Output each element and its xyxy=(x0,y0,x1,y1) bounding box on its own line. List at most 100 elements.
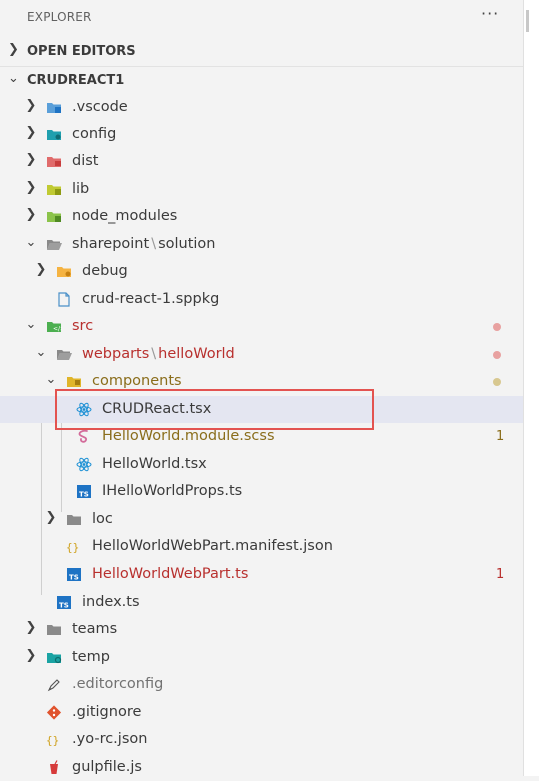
chevron-right-icon: ❯ xyxy=(8,42,19,57)
tree-item-debug[interactable]: ❯ debug xyxy=(0,258,523,285)
chevron-right-icon[interactable]: ❯ xyxy=(24,125,38,140)
tree-item-editorconfig[interactable]: .editorconfig xyxy=(0,671,523,698)
tree-item-label: sharepoint \ solution xyxy=(72,236,216,252)
path-separator: \ xyxy=(151,236,157,252)
tree-item-label: index.ts xyxy=(82,594,140,610)
svg-text:TS: TS xyxy=(69,574,79,582)
tree-item-crud-react-1-sppkg[interactable]: crud-react-1.sppkg xyxy=(0,286,523,313)
chevron-right-icon[interactable]: ❯ xyxy=(24,207,38,222)
chevron-right-icon[interactable]: ❯ xyxy=(24,648,38,663)
tree-item-index-ts[interactable]: TS index.ts xyxy=(0,589,523,616)
tree-item-label: CRUDReact.tsx xyxy=(102,401,212,417)
tree-item-label: gulpfile.js xyxy=(72,759,142,775)
project-section[interactable]: ⌄ CRUDREACT1 xyxy=(0,66,523,94)
path-segment: solution xyxy=(158,236,216,252)
tree-item-label: IHelloWorldProps.ts xyxy=(102,483,243,499)
folder-icon xyxy=(46,622,62,637)
tree-item-node-modules[interactable]: ❯ node_modules xyxy=(0,203,523,230)
chevron-right-icon[interactable]: ❯ xyxy=(24,620,38,635)
tree-item-label: components xyxy=(92,373,182,389)
svg-text:{}: {} xyxy=(66,541,79,554)
open-editors-label: OPEN EDITORS xyxy=(27,44,136,59)
react-icon xyxy=(76,402,92,417)
tree-item-label: crud-react-1.sppkg xyxy=(82,291,220,307)
tree-item-webparts-helloworld[interactable]: ⌄ webparts \ helloWorld xyxy=(0,341,523,368)
tree-item-helloworld-tsx[interactable]: HelloWorld.tsx xyxy=(0,451,523,478)
chevron-right-icon[interactable]: ❯ xyxy=(24,152,38,167)
tree-item-gulpfile-js[interactable]: gulpfile.js xyxy=(0,754,523,781)
path-segment: webparts xyxy=(82,346,150,362)
chevron-right-icon[interactable]: ❯ xyxy=(34,262,48,277)
tree-item-helloworld-module-scss[interactable]: HelloWorld.module.scss 1 xyxy=(0,423,523,450)
problem-count-badge: 1 xyxy=(496,429,505,444)
tree-item-ihelloworldprops-ts[interactable]: TS IHelloWorldProps.ts xyxy=(0,478,523,505)
sass-icon xyxy=(76,429,92,444)
typescript-icon: TS xyxy=(66,567,82,582)
tree-item-sharepoint-solution[interactable]: ⌄ sharepoint \ solution xyxy=(0,231,523,258)
tree-item-crudreact-tsx[interactable]: CRUDReact.tsx xyxy=(0,396,523,423)
tree-item-components[interactable]: ⌄ components xyxy=(0,368,523,395)
tree-item-label: temp xyxy=(72,649,110,665)
folder-temp-icon xyxy=(46,650,62,665)
tree-item-vscode[interactable]: ❯ .vscode xyxy=(0,94,523,121)
explorer-panel: EXPLORER ··· ❯ OPEN EDITORS ⌄ CRUDREACT1… xyxy=(0,0,523,776)
tree-item-teams[interactable]: ❯ teams xyxy=(0,616,523,643)
path-segment: sharepoint xyxy=(72,236,150,252)
tree-item-gitignore[interactable]: .gitignore xyxy=(0,699,523,726)
tree-item-dist[interactable]: ❯ dist xyxy=(0,148,523,175)
untracked-status-dot xyxy=(493,378,501,386)
json-icon: {} xyxy=(66,539,82,554)
open-editors-section[interactable]: ❯ OPEN EDITORS xyxy=(0,38,523,65)
folder-lib-icon xyxy=(46,182,62,197)
svg-text:</>: </> xyxy=(53,326,62,333)
chevron-down-icon[interactable]: ⌄ xyxy=(44,372,58,387)
tree-item-lib[interactable]: ❯ lib xyxy=(0,176,523,203)
svg-text:TS: TS xyxy=(59,602,69,610)
git-icon xyxy=(46,705,62,720)
folder-vscode-icon xyxy=(46,100,62,115)
tree-item-helloworldwebpart-manifest-json[interactable]: {} HelloWorldWebPart.manifest.json xyxy=(0,533,523,560)
tree-item-label: .vscode xyxy=(72,99,128,115)
folder-dist-icon xyxy=(46,154,62,169)
tree-item-label: HelloWorldWebPart.ts xyxy=(92,566,249,582)
typescript-icon: TS xyxy=(76,484,92,499)
chevron-right-icon[interactable]: ❯ xyxy=(24,98,38,113)
folder-config-icon xyxy=(46,127,62,142)
tree-item-loc[interactable]: ❯ loc xyxy=(0,506,523,533)
tree-item-label: src xyxy=(72,318,94,334)
tree-item-temp[interactable]: ❯ temp xyxy=(0,644,523,671)
folder-open-icon xyxy=(46,237,62,252)
tree-item-src[interactable]: ⌄ </> src xyxy=(0,313,523,340)
chevron-down-icon[interactable]: ⌄ xyxy=(34,345,48,360)
tree-item-yo-rc-json[interactable]: {} .yo-rc.json xyxy=(0,726,523,753)
explorer-header: EXPLORER ··· xyxy=(0,0,523,36)
react-icon xyxy=(76,457,92,472)
folder-src-icon: </> xyxy=(46,319,62,334)
tree-item-label: webparts \ helloWorld xyxy=(82,346,235,362)
folder-open-icon xyxy=(56,347,72,362)
chevron-right-icon[interactable]: ❯ xyxy=(44,510,58,525)
modified-status-dot xyxy=(493,351,501,359)
folder-node-icon xyxy=(46,209,62,224)
tree-item-label: lib xyxy=(72,181,90,197)
tree-item-config[interactable]: ❯ config xyxy=(0,121,523,148)
folder-debug-icon xyxy=(56,264,72,279)
path-segment: helloWorld xyxy=(158,346,235,362)
path-separator: \ xyxy=(151,346,157,362)
tree-item-label: .editorconfig xyxy=(72,676,164,692)
typescript-icon: TS xyxy=(56,595,72,610)
chevron-down-icon[interactable]: ⌄ xyxy=(24,317,38,332)
tree-item-label: loc xyxy=(92,511,113,527)
tree-item-label: dist xyxy=(72,153,99,169)
tree-item-label: HelloWorld.tsx xyxy=(102,456,207,472)
chevron-right-icon[interactable]: ❯ xyxy=(24,180,38,195)
gulp-icon xyxy=(46,760,62,775)
tree-item-helloworldwebpart-ts[interactable]: TS HelloWorldWebPart.ts 1 xyxy=(0,561,523,588)
svg-text:TS: TS xyxy=(79,491,89,499)
chevron-down-icon[interactable]: ⌄ xyxy=(24,235,38,250)
json-icon: {} xyxy=(46,732,62,747)
folder-icon xyxy=(66,512,82,527)
more-actions-icon[interactable]: ··· xyxy=(481,4,499,23)
tree-item-label: HelloWorld.module.scss xyxy=(102,428,275,444)
modified-status-dot xyxy=(493,323,501,331)
